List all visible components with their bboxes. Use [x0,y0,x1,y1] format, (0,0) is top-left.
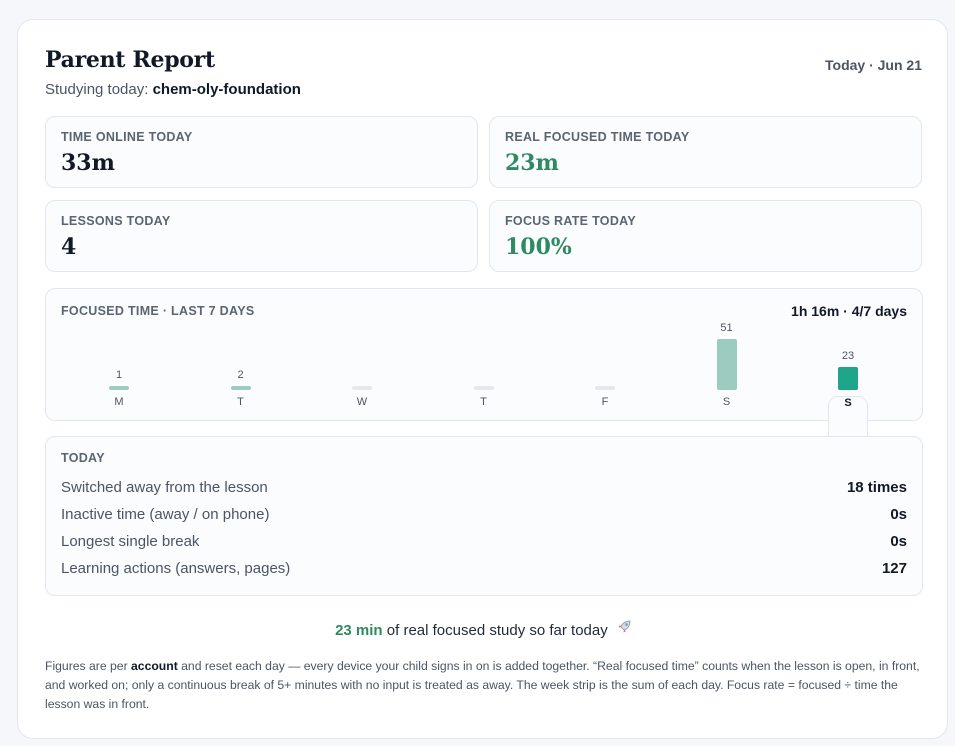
parent-report-card: Parent Report Studying today: chem-oly-f… [17,19,948,739]
studying-today: Studying today: chem-oly-foundation [45,81,301,98]
bar-value-label: 51 [720,322,733,334]
footnote-bold: account [131,659,178,673]
rocket-icon [616,619,632,639]
detail-value: 0s [890,533,907,550]
stat-label: LESSONS TODAY [61,214,171,228]
bar [352,386,372,390]
weekly-focus-chart: FOCUSED TIME · LAST 7 DAYS 1h 16m · 4/7 … [45,288,923,556]
stat-value: 100% [505,234,572,260]
day-label: M [114,396,124,408]
day-label: T [237,396,244,408]
detail-row-inactive-time: Inactive time (away / on phone) 0s [61,506,907,526]
day-label: W [356,396,368,408]
detail-row-longest-break: Longest single break 0s [61,533,907,553]
today-details: TODAY Switched away from the lesson 18 t… [45,436,923,596]
bar-value-label: 2 [237,369,244,381]
detail-value: 0s [890,506,907,523]
detail-label: Learning actions (answers, pages) [61,560,291,577]
footnote: Figures are per account and reset each d… [45,657,925,714]
stat-label: REAL FOCUSED TIME TODAY [505,130,690,144]
day-label: T [480,396,487,408]
stat-focus-rate: FOCUS RATE TODAY 100% [489,200,922,272]
stat-lessons: LESSONS TODAY 4 [45,200,478,272]
course-name: chem-oly-foundation [152,81,301,98]
detail-label: Longest single break [61,533,200,550]
stat-label: TIME ONLINE TODAY [61,130,193,144]
detail-label: Switched away from the lesson [61,479,268,496]
day-label: F [601,396,609,408]
report-date: Today · Jun 21 [825,57,922,73]
bar-value-label: 1 [115,369,123,381]
chart-title: FOCUSED TIME · LAST 7 DAYS [61,304,255,318]
bar [473,386,494,390]
stat-value: 33m [61,150,115,176]
footnote-text-1: Figures are per [45,659,132,673]
stat-value: 4 [61,234,77,260]
focus-summary-message: 23 min of real focused study so far toda… [18,619,949,639]
bar [230,386,251,390]
bar [838,367,858,390]
bar [595,386,615,390]
bar [109,386,129,390]
day-label: S [722,396,731,408]
page-title: Parent Report [45,47,215,73]
detail-value: 127 [881,560,907,577]
detail-label: Inactive time (away / on phone) [61,506,270,523]
stat-time-online: TIME ONLINE TODAY 33m [45,116,478,188]
stat-label: FOCUS RATE TODAY [505,214,636,228]
stat-real-focused: REAL FOCUSED TIME TODAY 23m [489,116,922,188]
focus-minutes: 23 min [335,622,383,639]
today-heading: TODAY [61,451,105,465]
stat-value: 23m [505,150,559,176]
detail-row-switched-away: Switched away from the lesson 18 times [61,479,907,499]
studying-prefix: Studying today: [45,81,153,98]
detail-value: 18 times [846,479,907,496]
focus-message-text: of real focused study so far today [382,622,608,639]
bar [716,339,737,390]
chart-summary: 1h 16m · 4/7 days [791,303,907,319]
bar-value-label: 23 [841,350,855,362]
detail-row-learning-actions: Learning actions (answers, pages) 127 [61,560,907,580]
